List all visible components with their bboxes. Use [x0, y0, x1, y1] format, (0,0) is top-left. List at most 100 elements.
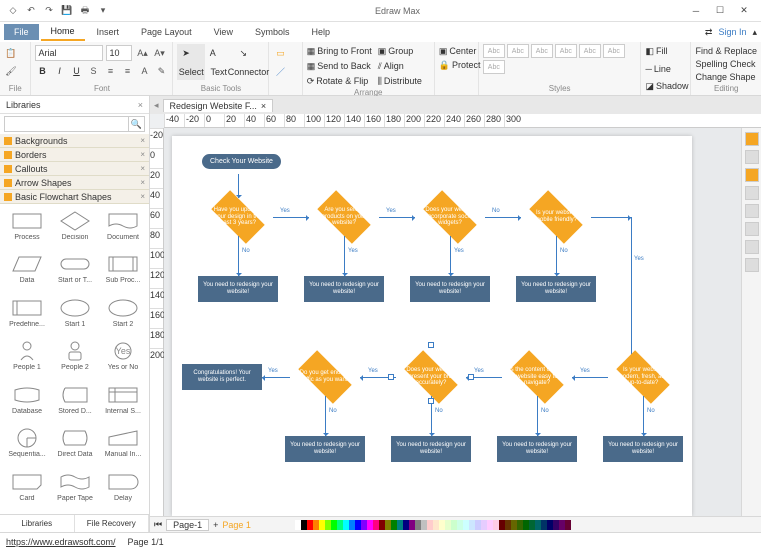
- redo-icon[interactable]: ↷: [42, 4, 56, 18]
- decrease-font-icon[interactable]: A▾: [152, 46, 166, 60]
- connector[interactable]: [273, 217, 309, 218]
- connector[interactable]: [450, 236, 451, 276]
- bring-front-button[interactable]: ▦Bring to Front: [307, 44, 372, 58]
- style-preset[interactable]: Abc: [531, 44, 553, 58]
- panel-icon[interactable]: [745, 150, 759, 164]
- shadow-button[interactable]: ◪Shadow: [645, 79, 686, 93]
- select-tool[interactable]: ➤Select: [177, 44, 205, 80]
- flowchart-decision[interactable]: Do you get enough traffic as you want?: [290, 358, 360, 396]
- library-category[interactable]: Backgrounds×: [0, 134, 149, 148]
- library-shape[interactable]: Document: [100, 208, 146, 249]
- document-tab[interactable]: Redesign Website F...×: [163, 99, 274, 112]
- connector[interactable]: [572, 377, 608, 378]
- library-shape[interactable]: Sub Proc...: [100, 251, 146, 292]
- tab-help[interactable]: Help: [301, 24, 340, 40]
- libraries-close-icon[interactable]: ×: [138, 100, 143, 110]
- connector[interactable]: [344, 236, 345, 276]
- library-shape[interactable]: Data: [4, 251, 50, 292]
- panel-icon[interactable]: [745, 222, 759, 236]
- highlight-icon[interactable]: ✎: [154, 64, 168, 78]
- library-shape[interactable]: Internal S...: [100, 382, 146, 423]
- rotate-button[interactable]: ⟳Rotate & Flip: [307, 74, 372, 88]
- connector-tool[interactable]: ↘Connector: [232, 44, 264, 80]
- italic-icon[interactable]: I: [52, 64, 66, 78]
- panel-icon[interactable]: [745, 204, 759, 218]
- library-shape[interactable]: Stored D...: [52, 382, 98, 423]
- style-preset[interactable]: Abc: [579, 44, 601, 58]
- library-shape[interactable]: Manual In...: [100, 425, 146, 466]
- tab-file[interactable]: File: [4, 24, 39, 40]
- library-shape[interactable]: YesYes or No: [100, 338, 146, 379]
- format-painter-icon[interactable]: 🖌: [4, 64, 18, 78]
- selection-handle[interactable]: [468, 374, 474, 380]
- font-family-combo[interactable]: [35, 45, 103, 61]
- selection-handle[interactable]: [388, 374, 394, 380]
- flowchart-decision[interactable]: Is your website modern, fresh, and up-to…: [608, 358, 678, 396]
- style-preset[interactable]: Abc: [603, 44, 625, 58]
- print-icon[interactable]: 🖶: [78, 4, 92, 18]
- tab-libraries[interactable]: Libraries: [0, 515, 75, 532]
- library-shape[interactable]: Database: [4, 382, 50, 423]
- panel-icon[interactable]: [745, 168, 759, 182]
- flowchart-decision[interactable]: Does your website incorporate social wid…: [415, 198, 485, 236]
- ribbon-collapse-icon[interactable]: ▴: [752, 27, 757, 38]
- flowchart-process[interactable]: You need to redesign your website!: [497, 436, 577, 462]
- flowchart-process[interactable]: You need to redesign your website!: [603, 436, 683, 462]
- shape-line-icon[interactable]: ／: [273, 64, 287, 78]
- style-preset[interactable]: Abc: [507, 44, 529, 58]
- flowchart-process[interactable]: You need to redesign your website!: [304, 276, 384, 302]
- library-shape[interactable]: Start 2: [100, 295, 146, 336]
- flowchart-process[interactable]: You need to redesign your website!: [410, 276, 490, 302]
- selection-handle[interactable]: [428, 342, 434, 348]
- undo-icon[interactable]: ↶: [24, 4, 38, 18]
- spellcheck-button[interactable]: Spelling Check: [695, 57, 757, 70]
- line-button[interactable]: ─Line: [645, 62, 686, 76]
- library-shape[interactable]: People 2: [52, 338, 98, 379]
- shape-rect-icon[interactable]: ▭: [273, 46, 287, 60]
- find-replace-button[interactable]: Find & Replace: [695, 44, 757, 57]
- library-shape[interactable]: People 1: [4, 338, 50, 379]
- library-shape[interactable]: Paper Tape: [52, 469, 98, 510]
- bold-icon[interactable]: B: [35, 64, 49, 78]
- align-button[interactable]: ⫽Align: [378, 59, 422, 73]
- increase-font-icon[interactable]: A▴: [135, 46, 149, 60]
- page-add-icon[interactable]: +: [213, 520, 218, 530]
- tab-pagelayout[interactable]: Page Layout: [131, 24, 202, 40]
- qat-dropdown-icon[interactable]: ▾: [96, 4, 110, 18]
- style-preset[interactable]: Abc: [483, 60, 505, 74]
- page-tab[interactable]: Page-1: [166, 519, 209, 531]
- protect-button[interactable]: 🔒Protect: [439, 58, 474, 72]
- connector[interactable]: [591, 217, 631, 218]
- tab-insert[interactable]: Insert: [87, 24, 130, 40]
- connector[interactable]: [643, 396, 644, 436]
- underline-icon[interactable]: U: [69, 64, 83, 78]
- library-category[interactable]: Arrow Shapes×: [0, 176, 149, 190]
- signin-link[interactable]: Sign In: [718, 27, 746, 37]
- connector[interactable]: [379, 217, 415, 218]
- fill-button[interactable]: ◧Fill: [645, 44, 686, 58]
- search-icon[interactable]: 🔍: [129, 116, 145, 132]
- maximize-icon[interactable]: ☐: [709, 3, 731, 19]
- library-category[interactable]: Borders×: [0, 148, 149, 162]
- page-nav-prev[interactable]: ⏮: [154, 519, 162, 530]
- library-search-input[interactable]: [4, 116, 129, 132]
- library-category[interactable]: Basic Flowchart Shapes×: [0, 190, 149, 204]
- align-left-icon[interactable]: ≡: [103, 64, 117, 78]
- library-shape[interactable]: Direct Data: [52, 425, 98, 466]
- library-shape[interactable]: Start or T...: [52, 251, 98, 292]
- connector[interactable]: [631, 217, 632, 366]
- close-icon[interactable]: ✕: [733, 3, 755, 19]
- tab-view[interactable]: View: [204, 24, 243, 40]
- doctab-close-icon[interactable]: ×: [261, 101, 266, 111]
- align-center-icon[interactable]: ≡: [120, 64, 134, 78]
- library-shape[interactable]: Process: [4, 208, 50, 249]
- flowchart-process[interactable]: You need to redesign your website!: [391, 436, 471, 462]
- tab-file-recovery[interactable]: File Recovery: [75, 515, 150, 532]
- group-button[interactable]: ▣Group: [378, 44, 422, 58]
- paste-icon[interactable]: 📋: [4, 46, 18, 60]
- library-shape[interactable]: Sequentia...: [4, 425, 50, 466]
- center-button[interactable]: ▣Center: [439, 44, 474, 58]
- doctab-prev-icon[interactable]: ◂: [154, 100, 159, 111]
- flowchart-start[interactable]: Check Your Website: [202, 154, 281, 169]
- tab-symbols[interactable]: Symbols: [245, 24, 300, 40]
